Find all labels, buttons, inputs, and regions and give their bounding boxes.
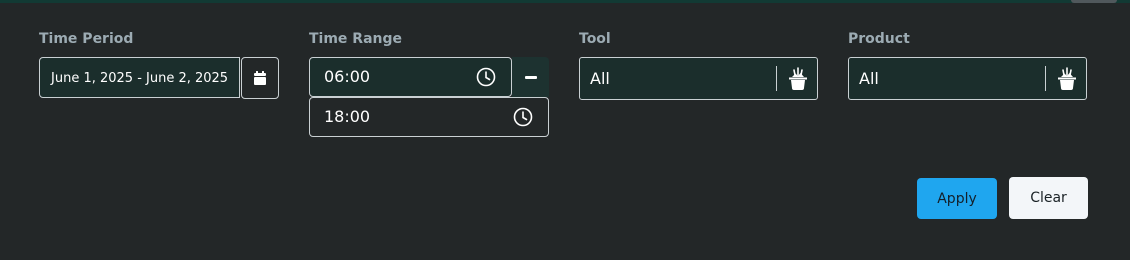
clock-icon[interactable] [476,67,496,87]
top-border [0,0,1130,3]
time-end-input[interactable]: 18:00 [309,97,549,137]
time-end-value: 18:00 [324,107,371,126]
product-select-value: All [859,69,879,88]
time-period-input[interactable]: June 1, 2025 - June 2, 2025 [39,57,240,98]
time-range-label: Time Range [309,31,403,47]
bucket-clear-icon[interactable] [786,67,810,91]
clock-icon[interactable] [513,107,533,127]
calendar-button[interactable] [241,57,279,99]
tool-label: Tool [579,31,611,47]
tool-select[interactable]: All [579,57,818,100]
time-start-input[interactable]: 06:00 [309,57,512,97]
panel-handle[interactable] [1071,0,1117,3]
product-select[interactable]: All [848,57,1087,100]
bucket-clear-icon[interactable] [1055,67,1079,91]
remove-time-range-button[interactable] [512,57,549,97]
select-divider [1045,66,1046,91]
clear-button[interactable]: Clear [1009,177,1088,219]
time-period-label: Time Period [39,31,134,47]
calendar-icon [254,70,266,85]
product-label: Product [848,31,910,47]
tool-select-value: All [590,69,610,88]
select-divider [776,66,777,91]
minus-icon [524,75,537,79]
time-start-value: 06:00 [324,67,371,86]
apply-button[interactable]: Apply [917,178,997,219]
